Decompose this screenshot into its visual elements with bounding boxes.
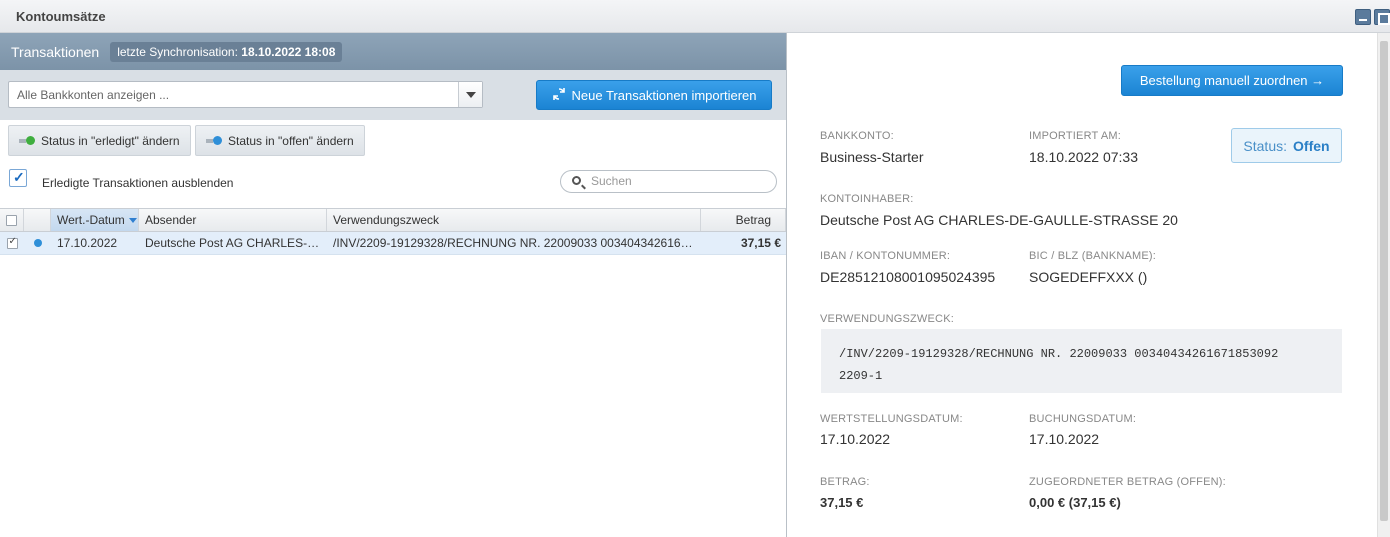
status-done-button[interactable]: Status in "erledigt" ändern [8, 125, 191, 156]
purpose-line-2: 2209-1 [839, 369, 883, 383]
status-done-icon [19, 135, 35, 146]
row-purpose: /INV/2209-19129328/RECHNUNG NR. 22009033… [327, 232, 701, 254]
row-checkbox-cell [0, 232, 24, 254]
column-header-amount[interactable]: Betrag [701, 209, 786, 231]
row-purpose-text: /INV/2209-19129328/RECHNUNG NR. 22009033… [333, 236, 693, 250]
bic-value: SOGEDEFFXXX () [1029, 269, 1148, 285]
sync-value: 18.10.2022 18:08 [241, 44, 336, 59]
amount-label: BETRAG: [820, 476, 870, 488]
status-badge: Status: Offen [1231, 128, 1342, 163]
panel-title: Transaktionen [11, 43, 100, 60]
status-open-icon [206, 135, 222, 146]
row-checkbox[interactable] [6, 236, 18, 249]
refresh-icon [552, 87, 566, 104]
assigned-amount-label: ZUGEORDNETER BETRAG (OFFEN): [1029, 476, 1226, 488]
status-open-button[interactable]: Status in "offen" ändern [195, 125, 365, 156]
assign-order-button[interactable]: Bestellung manuell zuordnen → [1121, 65, 1343, 96]
transactions-header: Transaktionen letzte Synchronisation: 18… [0, 33, 786, 70]
status-column-header[interactable] [24, 209, 51, 231]
row-amount: 37,15 € [701, 232, 786, 254]
minimize-icon[interactable] [1355, 9, 1371, 25]
imported-value: 18.10.2022 07:33 [1029, 149, 1138, 165]
grid-header: Wert.-Datum Absender Verwendungszweck Be… [0, 208, 786, 232]
purpose-text-box: /INV/2209-19129328/RECHNUNG NR. 22009033… [821, 329, 1342, 393]
holder-label: KONTOINHABER: [820, 193, 914, 205]
iban-label: IBAN / KONTONUMMER: [820, 250, 951, 262]
maximize-icon[interactable] [1374, 9, 1390, 25]
purpose-label: VERWENDUNGSZWECK: [820, 313, 954, 325]
bank-account-label: BANKKONTO: [820, 130, 894, 142]
status-label: Status: [1243, 137, 1288, 154]
row-sender: Deutsche Post AG CHARLES-DE-GAULLE-STRAS… [139, 232, 327, 254]
table-row[interactable]: 17.10.2022 Deutsche Post AG CHARLES-DE-G… [0, 232, 786, 255]
value-date-label: WERTSTELLUNGSDATUM: [820, 413, 963, 425]
status-done-label: Status in "erledigt" ändern [41, 133, 180, 148]
holder-value: Deutsche Post AG CHARLES-DE-GAULLE-STRAS… [820, 212, 1178, 228]
booking-date-value: 17.10.2022 [1029, 431, 1100, 447]
row-status-cell [24, 232, 51, 254]
status-open-label: Status in "offen" ändern [228, 133, 354, 148]
column-header-sender[interactable]: Absender [139, 209, 327, 231]
chevron-down-icon[interactable] [458, 82, 482, 107]
filter-row: Erledigte Transaktionen ausblenden [0, 162, 786, 200]
column-header-purpose[interactable]: Verwendungszweck [327, 209, 701, 231]
row-amount-text: 37,15 € [740, 236, 781, 250]
hide-done-label: Erledigte Transaktionen ausblenden [42, 176, 234, 190]
iban-value: DE28512108001095024395 [820, 269, 996, 285]
search-box [560, 170, 777, 193]
bic-label: BIC / BLZ (BANKNAME): [1029, 250, 1157, 262]
bank-account-select[interactable]: Alle Bankkonten anzeigen ... [8, 81, 483, 108]
import-button-label: Neue Transaktionen importieren [571, 87, 757, 103]
column-header-sender-label: Absender [145, 213, 197, 227]
transactions-grid: Wert.-Datum Absender Verwendungszweck Be… [0, 208, 786, 255]
sync-badge: letzte Synchronisation: 18.10.2022 18:08 [110, 41, 343, 62]
select-all-cell [0, 209, 24, 231]
assigned-amount-value: 0,00 € (37,15 €) [1029, 495, 1121, 510]
column-header-date[interactable]: Wert.-Datum [51, 209, 139, 231]
booking-date-label: BUCHUNGSDATUM: [1029, 413, 1137, 425]
row-date: 17.10.2022 [51, 232, 139, 254]
purpose-line-1: /INV/2209-19129328/RECHNUNG NR. 22009033… [839, 347, 1279, 361]
search-input[interactable] [591, 174, 761, 188]
amount-value: 37,15 € [820, 495, 864, 510]
window-titlebar: Kontoumsätze [0, 0, 1390, 33]
select-all-checkbox[interactable] [6, 214, 17, 226]
transaction-detail-panel: Bestellung manuell zuordnen → BANKKONTO:… [787, 33, 1377, 537]
import-transactions-button[interactable]: Neue Transaktionen importieren [536, 80, 772, 110]
imported-label: IMPORTIERT AM: [1029, 130, 1122, 142]
status-toolbar: Status in "erledigt" ändern Status in "o… [0, 120, 786, 162]
row-date-text: 17.10.2022 [57, 236, 118, 250]
search-icon [572, 176, 581, 185]
column-header-amount-label: Betrag [735, 213, 771, 227]
column-header-date-label: Wert.-Datum [57, 213, 125, 227]
column-header-purpose-label: Verwendungszweck [333, 213, 440, 227]
transactions-panel: Transaktionen letzte Synchronisation: 18… [0, 33, 786, 537]
window-title: Kontoumsätze [16, 9, 106, 24]
value-date-value: 17.10.2022 [820, 431, 891, 447]
sort-desc-icon [128, 217, 137, 223]
bank-account-select-value: Alle Bankkonten anzeigen ... [17, 88, 170, 102]
filter-toolbar: Alle Bankkonten anzeigen ... Neue Transa… [0, 70, 786, 120]
detail-scrollbar[interactable] [1377, 33, 1390, 537]
bank-account-value: Business-Starter [820, 149, 924, 165]
sync-label: letzte Synchronisation: [117, 44, 238, 59]
status-value: Offen [1293, 137, 1330, 154]
hide-done-checkbox[interactable] [9, 169, 27, 187]
row-sender-text: Deutsche Post AG CHARLES-DE-GAULLE-STRAS… [145, 236, 321, 250]
scrollbar-thumb[interactable] [1380, 41, 1388, 521]
status-open-dot-icon [33, 239, 42, 247]
